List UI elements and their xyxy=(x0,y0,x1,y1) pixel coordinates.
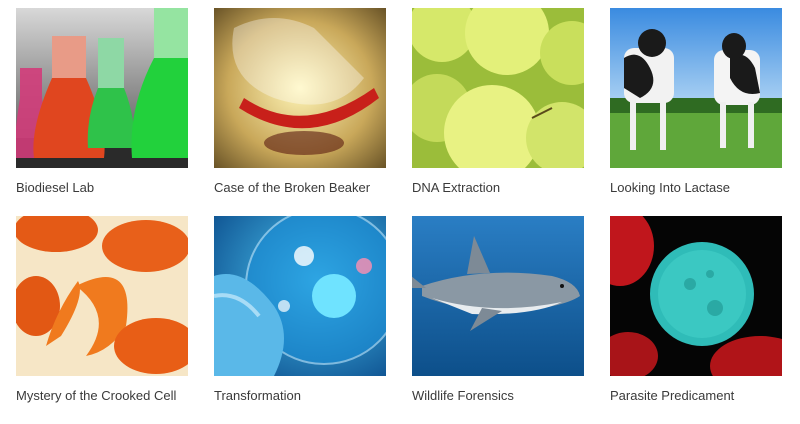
course-card-wildlife-forensics[interactable]: Wildlife Forensics xyxy=(412,216,584,403)
shark-image[interactable] xyxy=(412,216,584,376)
course-card-parasite-predicament[interactable]: Parasite Predicament xyxy=(610,216,782,403)
course-card-transformation[interactable]: Transformation xyxy=(214,216,386,403)
course-card-broken-beaker[interactable]: Case of the Broken Beaker xyxy=(214,8,386,195)
sickle-cell-image[interactable] xyxy=(16,216,188,376)
colored-flasks-image[interactable] xyxy=(16,8,188,168)
green-apples-image[interactable] xyxy=(412,8,584,168)
broken-beaker-image[interactable] xyxy=(214,8,386,168)
course-title[interactable]: Wildlife Forensics xyxy=(412,388,584,403)
course-title[interactable]: Parasite Predicament xyxy=(610,388,782,403)
course-card-dna-extraction[interactable]: DNA Extraction xyxy=(412,8,584,195)
parasite-cell-image[interactable] xyxy=(610,216,782,376)
course-title[interactable]: Mystery of the Crooked Cell xyxy=(16,388,188,403)
course-title[interactable]: Case of the Broken Beaker xyxy=(214,180,386,195)
cows-in-field-image[interactable] xyxy=(610,8,782,168)
course-title[interactable]: Looking Into Lactase xyxy=(610,180,782,195)
course-grid: Biodiesel Lab Case of the Broken Beaker xyxy=(0,0,800,424)
course-title[interactable]: Transformation xyxy=(214,388,386,403)
course-card-biodiesel-lab[interactable]: Biodiesel Lab xyxy=(16,8,188,195)
course-title[interactable]: Biodiesel Lab xyxy=(16,180,188,195)
course-card-mystery-crooked-cell[interactable]: Mystery of the Crooked Cell xyxy=(16,216,188,403)
course-title[interactable]: DNA Extraction xyxy=(412,180,584,195)
course-card-looking-into-lactase[interactable]: Looking Into Lactase xyxy=(610,8,782,195)
petri-dish-image[interactable] xyxy=(214,216,386,376)
